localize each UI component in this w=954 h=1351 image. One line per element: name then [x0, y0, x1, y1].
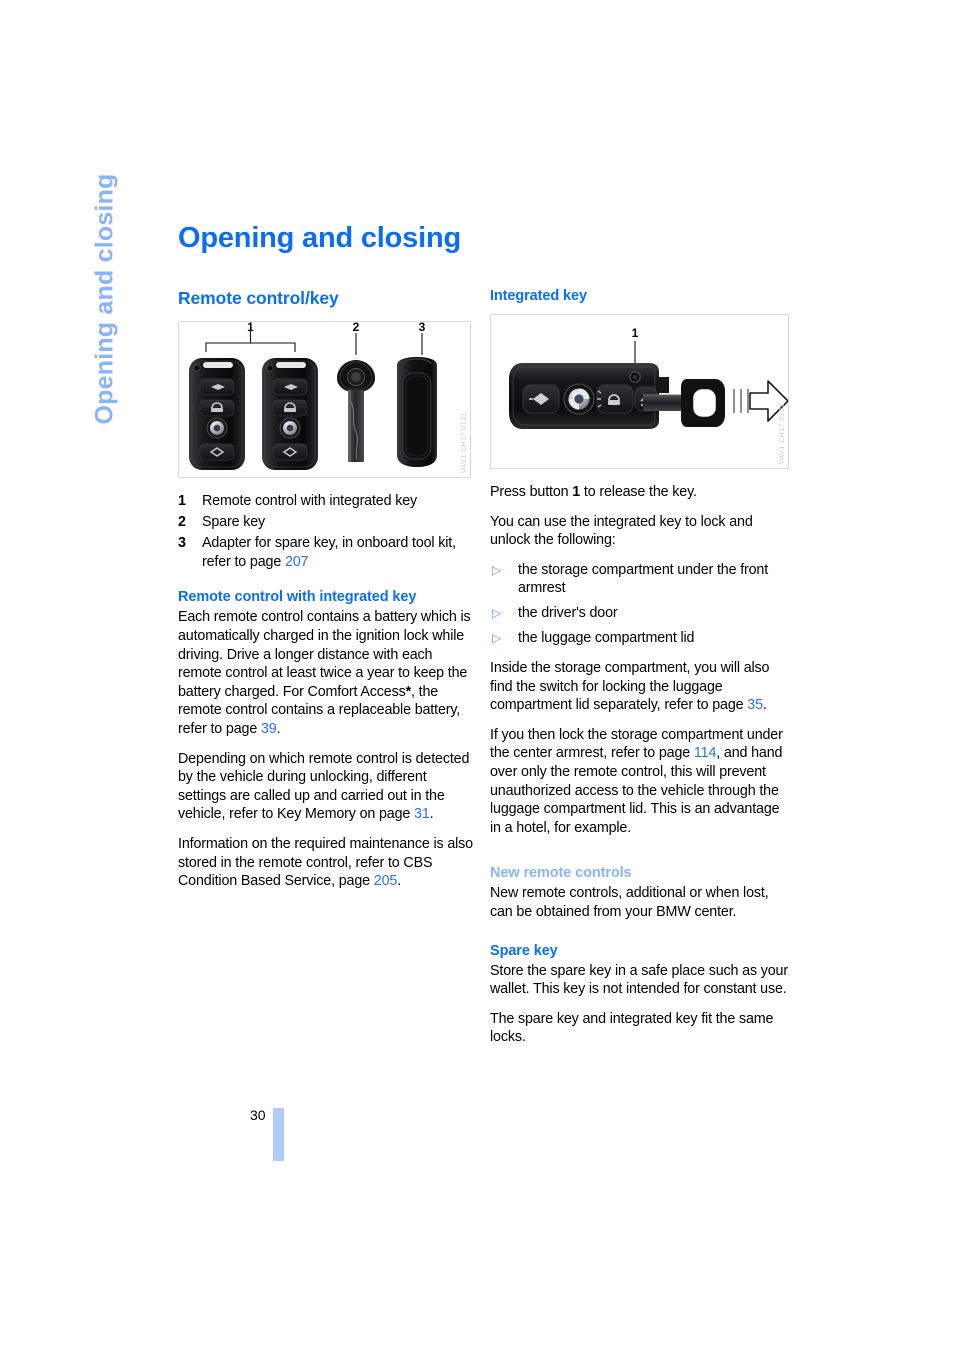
legend-text: Adapter for spare key, in onboard tool k… [202, 534, 473, 571]
text-run: You can use the integrated key to lock a… [490, 513, 753, 549]
text-run: Information on the required maintenance … [178, 835, 473, 890]
subsection-heading-integrated-key: Integrated key [490, 288, 587, 304]
subsection-heading-spare-key: Spare key [490, 942, 558, 959]
figure-integrated-key: 1 VAV1 CH17 0122 [490, 314, 789, 469]
paragraph-spare-key-locks: The spare key and integrated key fit the… [490, 1010, 790, 1047]
page-reference-link[interactable]: 31 [414, 806, 430, 822]
triangle-bullet-icon: ▷ [492, 630, 502, 645]
svg-text:1: 1 [247, 322, 254, 334]
legend-text: Spare key [202, 514, 266, 531]
text-run: . [762, 697, 767, 714]
list-item: ▷ the luggage compartment lid [490, 629, 790, 648]
paragraph-new-remote-controls: New remote controls, additional or when … [490, 884, 790, 921]
left-column: Remote control/key 1 2 3 VAV1 CH17 0121 … [178, 288, 473, 891]
figure-watermark: VAV1 CH17 0122 [779, 402, 786, 464]
text-run: Press button [490, 484, 573, 500]
paragraph-battery-charging: Each remote control contains a battery w… [178, 608, 473, 738]
legend-number: 3 [178, 535, 186, 552]
list-item-label: the storage compartment under the front … [518, 561, 769, 597]
svg-text:3: 3 [419, 322, 426, 334]
page-reference-link[interactable]: 35 [747, 697, 763, 713]
triangle-bullet-icon: ▷ [492, 605, 502, 620]
paragraph-key-memory: Depending on which remote control is det… [178, 750, 473, 824]
folio-bar [272, 1108, 284, 1161]
svg-text:2: 2 [353, 322, 360, 334]
page-reference-link[interactable]: 114 [694, 745, 716, 761]
text-run: to release the key. [580, 484, 697, 500]
page-title: Opening and closing [178, 222, 461, 254]
section-heading-remote-control-key: Remote control/key [178, 288, 339, 308]
svg-text:1: 1 [632, 326, 639, 340]
bullet-list-unlockable-items: ▷ the storage compartment under the fron… [490, 561, 790, 648]
paragraph-hotel-advantage: If you then lock the storage compartment… [490, 726, 790, 838]
text-run: . [276, 720, 281, 737]
text-run: . [429, 806, 434, 823]
list-item: ▷ the driver's door [490, 604, 790, 623]
text-run: Inside the storage compartment, you will… [490, 659, 770, 714]
page-number: 30 [250, 1107, 266, 1123]
text-run: The spare key and integrated key fit the… [490, 1010, 774, 1046]
legend-number: 1 [178, 493, 186, 509]
running-head-text: Opening and closing [90, 173, 119, 425]
legend-item: 3 Adapter for spare key, in onboard tool… [178, 534, 473, 571]
page-footer: 30 [250, 1108, 284, 1161]
figure-watermark: VAV1 CH17 0121 [461, 411, 468, 473]
right-column: Integrated key 1 VAV1 CH17 0122 Press bu… [490, 288, 790, 1047]
emphasis: 1 [572, 484, 581, 500]
running-head: Opening and closing [0, 0, 180, 560]
text-run: New remote controls, additional or when … [490, 885, 769, 920]
paragraph-cbs-maintenance: Information on the required maintenance … [178, 835, 473, 891]
paragraph-storage-compartment-switch: Inside the storage compartment, you will… [490, 659, 790, 715]
list-item: ▷ the storage compartment under the fron… [490, 561, 790, 598]
paragraph-spare-key-storage: Store the spare key in a safe place such… [490, 962, 790, 999]
manual-page: Opening and closing Opening and closing … [0, 0, 954, 1351]
page-reference-link[interactable]: 205 [374, 873, 398, 889]
legend-text: Remote control with integrated key [202, 493, 418, 509]
paragraph-use-integrated-key: You can use the integrated key to lock a… [490, 513, 790, 550]
figure-legend: 1 Remote control with integrated key 2 S… [178, 492, 473, 571]
figure-remote-controls: 1 2 3 VAV1 CH17 0121 [178, 321, 471, 478]
list-item-label: the luggage compartment lid [518, 629, 695, 646]
text-run: Store the spare key in a safe place such… [490, 962, 788, 998]
triangle-bullet-icon: ▷ [492, 562, 502, 577]
legend-item: 2 Spare key [178, 513, 473, 532]
paragraph-press-button: Press button 1 to release the key. [490, 483, 790, 502]
legend-text-body: Adapter for spare key, in onboard tool k… [202, 535, 456, 570]
subsection-heading-new-remote-controls: New remote controls [490, 865, 632, 882]
page-reference-link[interactable]: 39 [261, 721, 277, 737]
text-run: . [397, 873, 402, 890]
subsection-heading-remote-control-with-integrated-key: Remote control with integrated key [178, 589, 417, 606]
list-item-label: the driver's door [518, 604, 618, 621]
legend-item: 1 Remote control with integrated key [178, 492, 473, 511]
page-reference-link[interactable]: 207 [285, 554, 309, 570]
legend-number: 2 [178, 514, 186, 531]
